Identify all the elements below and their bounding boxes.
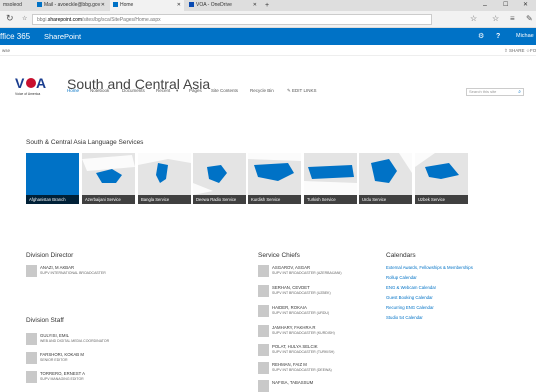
country-map-image [304, 165, 357, 195]
calendars-title: Calendars [386, 252, 416, 259]
language-service-tile[interactable]: Uzbek Service [415, 153, 468, 204]
avatar [258, 285, 269, 297]
calendar-link[interactable]: External Awards, Fellowships & Membershi… [386, 265, 473, 270]
settings-gear-icon[interactable]: ⚙ [478, 28, 484, 45]
country-map-image [415, 153, 459, 179]
browser-tab-bar: msoleod Mail - avoeckle@bbg.gov ✕ Home ✕ V… [0, 0, 536, 11]
tile-label: Uzbek Service [415, 195, 468, 204]
calendar-link[interactable]: Rollup Calendar [386, 275, 417, 280]
calendar-link[interactable]: Recurring ENG Calendar [386, 305, 434, 310]
browse-tab[interactable]: wse [2, 45, 10, 56]
country-map-image [138, 153, 191, 183]
tile-label: Afghanistan Branch [26, 195, 79, 204]
calendar-link[interactable]: Studio 54 Calendar [386, 315, 423, 320]
close-tab-icon[interactable]: ✕ [177, 0, 181, 11]
avatar [26, 265, 37, 277]
minimize-icon[interactable]: – [480, 0, 490, 11]
notes-icon[interactable]: ✎ [526, 14, 533, 23]
edit-links-button[interactable]: ✎ EDIT LINKS [287, 87, 316, 95]
new-tab-icon[interactable]: + [262, 0, 272, 11]
browser-tab[interactable]: VOA - OneDrive ✕ [186, 0, 260, 11]
calendar-link[interactable]: ENG & Webcam Calendar [386, 285, 436, 290]
tile-label: Deewa Radio Service [193, 195, 246, 204]
nav-site-contents[interactable]: Site Contents [211, 87, 238, 95]
tile-label: Turkish Service [304, 195, 357, 204]
refresh-icon[interactable]: ↻ [6, 13, 14, 24]
avatar [26, 333, 37, 345]
avatar [258, 325, 269, 337]
language-service-tile[interactable]: Turkish Service [304, 153, 357, 204]
language-service-tile[interactable]: Urdu Service [359, 153, 412, 204]
avatar [258, 362, 269, 374]
onedrive-icon [189, 2, 194, 7]
tile-label: Kurdish Service [248, 195, 301, 204]
browser-tab[interactable]: msoleod [0, 0, 32, 11]
search-icon[interactable]: ⌕ [518, 89, 521, 95]
pencil-icon: ✎ [287, 88, 291, 93]
avatar [26, 371, 37, 383]
language-service-tile[interactable]: Azerbaijani Service [82, 153, 135, 204]
nav-recent[interactable]: Recent [156, 87, 170, 95]
division-staff-title: Division Staff [26, 317, 64, 324]
hub-icon[interactable]: ≡ [510, 14, 515, 23]
user-name[interactable]: Michae [516, 28, 534, 45]
search-input[interactable]: Search this site ⌕ [466, 88, 524, 96]
nav-recycle-bin[interactable]: Recycle Bin [250, 87, 274, 95]
tile-label: Bangla Service [138, 195, 191, 204]
favorites-icon[interactable]: ☆ [492, 14, 499, 23]
svg-text:V: V [15, 75, 25, 91]
share-button[interactable]: ⇧ SHARE [504, 45, 525, 56]
browser-address-bar: ↻ ☆ bbgi.sharepoint.com/sites/bg/sca/Sit… [0, 11, 536, 28]
country-map-image [248, 153, 301, 181]
calendar-link[interactable]: Guest Booking Calendar [386, 295, 433, 300]
country-map-image [82, 155, 135, 183]
close-window-icon[interactable]: ✕ [520, 0, 532, 11]
svg-text:A: A [36, 75, 46, 91]
suite-bar: ffice 365 SharePoint ⚙ ? Michae [0, 28, 536, 45]
avatar [26, 352, 37, 364]
service-chiefs-title: Service Chiefs [258, 252, 300, 259]
office365-label[interactable]: ffice 365 [0, 28, 30, 45]
tile-label: Urdu Service [359, 195, 412, 204]
sharepoint-icon [113, 2, 118, 7]
chevron-down-icon[interactable]: ▾ [176, 87, 178, 95]
browser-tab-active[interactable]: Home ✕ [110, 0, 184, 11]
avatar [258, 380, 269, 392]
reading-view-icon[interactable]: ☆ [470, 14, 477, 23]
url-field[interactable]: bbgi.sharepoint.com/sites/bg/sca/SitePag… [32, 14, 432, 25]
nav-home[interactable]: Home [67, 87, 79, 95]
nav-pages[interactable]: Pages [189, 87, 202, 95]
language-services-title: South & Central Asia Language Services [26, 139, 144, 146]
division-director-title: Division Director [26, 252, 74, 259]
lock-icon: ☆ [22, 16, 28, 22]
voa-logo[interactable]: V A Voice of America [14, 74, 46, 98]
tile-label: Azerbaijani Service [82, 195, 135, 204]
share-icon: ⇧ [504, 48, 508, 53]
country-map-image [371, 153, 412, 183]
mail-icon [37, 2, 42, 7]
language-service-tile[interactable]: Kurdish Service [248, 153, 301, 204]
nav-documents[interactable]: Documents [122, 87, 145, 95]
sharepoint-label[interactable]: SharePoint [44, 28, 81, 45]
language-service-tile[interactable]: Bangla Service [138, 153, 191, 204]
avatar [258, 265, 269, 277]
nav-notebook[interactable]: Notebook [90, 87, 109, 95]
avatar [258, 305, 269, 317]
language-service-tile[interactable]: Deewa Radio Service [193, 153, 246, 204]
maximize-icon[interactable]: ☐ [500, 0, 510, 11]
close-tab-icon[interactable]: ✕ [101, 0, 105, 11]
svg-text:Voice of America: Voice of America [15, 92, 40, 96]
command-bar: wse ⇧ SHARE ☆FO [0, 45, 536, 56]
follow-button[interactable]: ☆FO [526, 45, 536, 56]
help-icon[interactable]: ? [496, 28, 500, 45]
language-service-tile[interactable]: Afghanistan Branch [26, 153, 79, 204]
browser-tab[interactable]: Mail - avoeckle@bbg.gov ✕ [34, 0, 108, 11]
avatar [258, 344, 269, 356]
close-tab-icon[interactable]: ✕ [253, 0, 257, 11]
country-map-image [193, 165, 227, 195]
